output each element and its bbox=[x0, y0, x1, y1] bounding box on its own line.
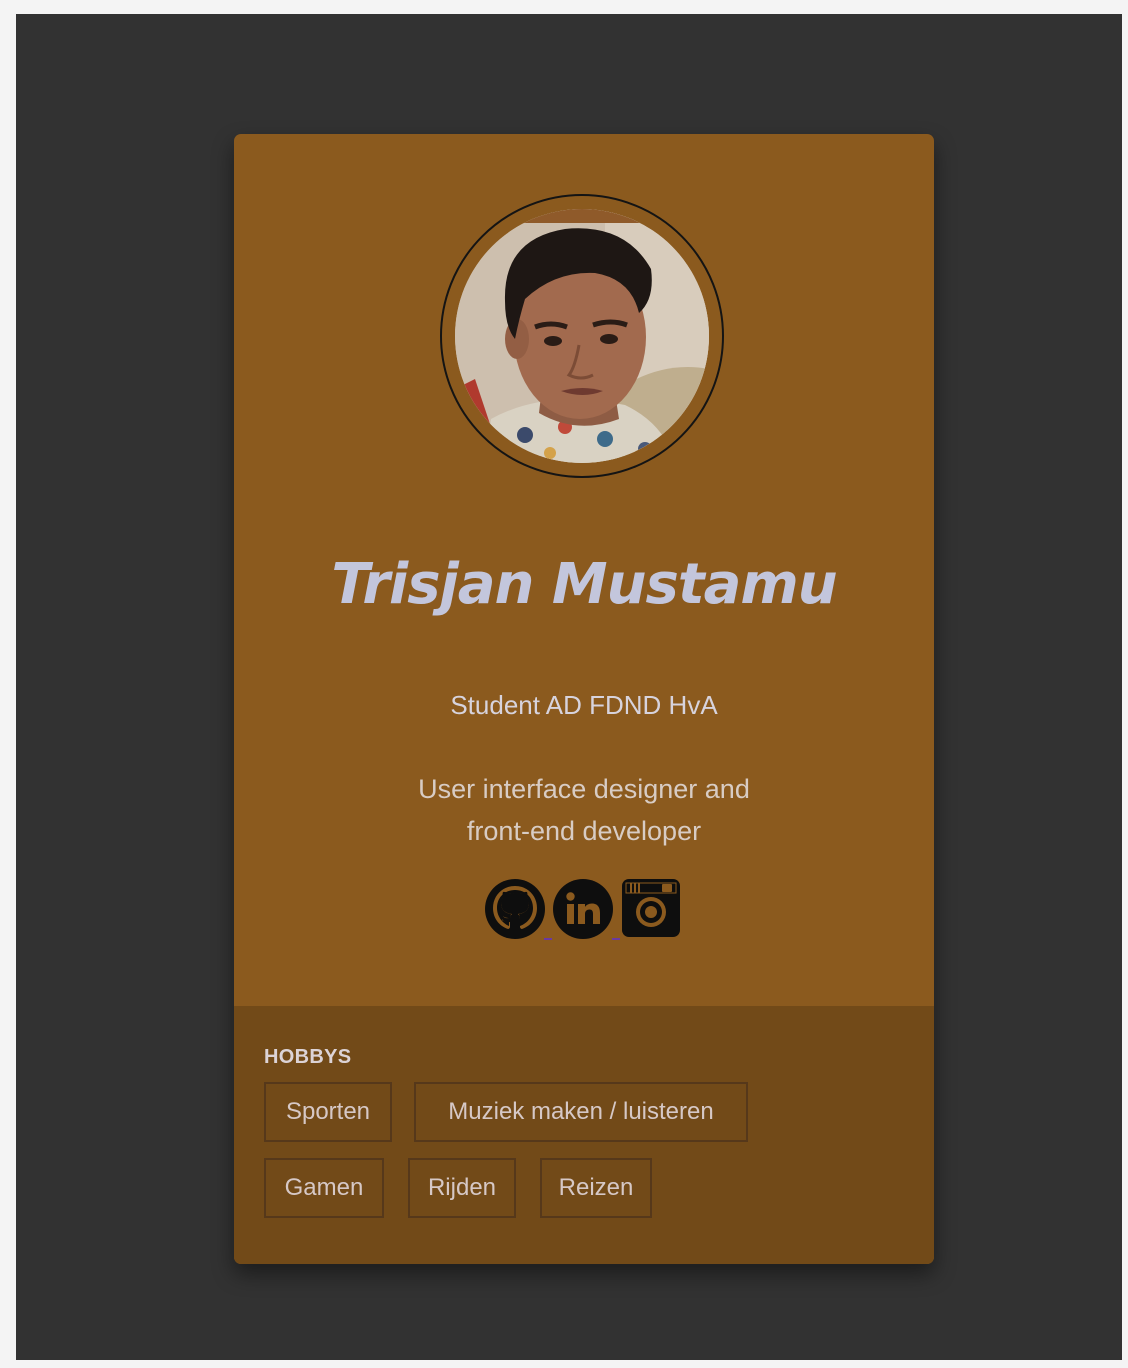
hobbies-label: HOBBYS bbox=[264, 1046, 352, 1068]
profile-description-line: User interface designer and bbox=[418, 774, 750, 804]
instagram-icon bbox=[622, 879, 680, 937]
profile-name: Trisjan Mustamu bbox=[331, 552, 837, 617]
instagram-link[interactable] bbox=[620, 878, 682, 940]
link-underline bbox=[544, 938, 552, 940]
hobby-tag-rijden[interactable]: Rijden bbox=[408, 1158, 516, 1218]
hobbies-section: HOBBYS Sporten Muziek maken / luisteren … bbox=[234, 1006, 934, 1264]
profile-card: Trisjan Mustamu Student AD FDND HvA User… bbox=[234, 134, 934, 1264]
profile-role: Student AD FDND HvA bbox=[450, 690, 718, 720]
hobby-tag-sporten[interactable]: Sporten bbox=[264, 1082, 392, 1142]
link-underline bbox=[612, 938, 620, 940]
profile-description: User interface designer and front-end de… bbox=[234, 768, 934, 852]
linkedin-icon bbox=[553, 879, 613, 939]
avatar bbox=[455, 209, 709, 463]
profile-header: Trisjan Mustamu Student AD FDND HvA User… bbox=[234, 134, 934, 1006]
profile-description-line: front-end developer bbox=[466, 816, 702, 846]
hobby-tag-gamen[interactable]: Gamen bbox=[264, 1158, 384, 1218]
hobby-tag-muziek[interactable]: Muziek maken / luisteren bbox=[414, 1082, 748, 1142]
github-icon bbox=[485, 879, 545, 939]
profile-photo-icon bbox=[455, 209, 709, 463]
linkedin-link[interactable] bbox=[552, 878, 614, 940]
hobby-tag-reizen[interactable]: Reizen bbox=[540, 1158, 652, 1218]
social-links bbox=[484, 878, 684, 940]
github-link[interactable] bbox=[484, 878, 546, 940]
page-background: Trisjan Mustamu Student AD FDND HvA User… bbox=[16, 14, 1122, 1360]
avatar-ring bbox=[440, 194, 724, 478]
